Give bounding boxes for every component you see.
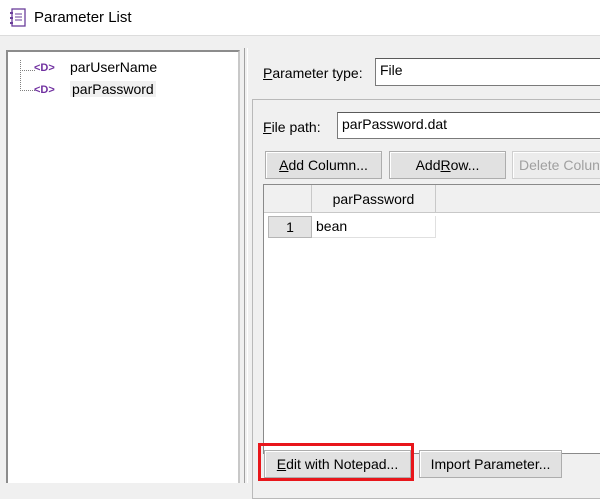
add-row-button[interactable]: Add Row...: [389, 151, 506, 179]
window-title: Parameter List: [34, 9, 132, 26]
tree-item-label: parUserName: [70, 59, 158, 75]
splitter[interactable]: [244, 48, 248, 483]
svg-text:<D>: <D>: [34, 84, 55, 96]
title-bar: Parameter List: [0, 0, 600, 36]
file-path-input[interactable]: parPassword.dat: [337, 112, 600, 139]
grid-cell[interactable]: bean: [312, 216, 436, 238]
parameter-data-grid[interactable]: parPassword 1 bean: [263, 184, 600, 454]
tree-item-parpassword[interactable]: <D> parPassword: [34, 79, 156, 99]
svg-text:<D>: <D>: [34, 62, 55, 74]
grid-row-number[interactable]: 1: [268, 216, 312, 238]
grid-corner: [264, 185, 312, 213]
grid-column-header[interactable]: parPassword: [312, 185, 436, 213]
document-list-icon: [10, 8, 26, 27]
parameter-type-select[interactable]: File: [375, 58, 600, 86]
highlight-box: [258, 443, 414, 481]
file-path-label: File path:: [263, 119, 321, 135]
parameter-icon: <D>: [34, 62, 55, 74]
add-column-button[interactable]: Add Column...: [265, 151, 382, 179]
tree-item-label: parPassword: [70, 81, 156, 97]
file-path-value: parPassword.dat: [342, 116, 448, 132]
parameter-type-label: Parameter type:: [263, 65, 363, 81]
parameter-icon: <D>: [34, 84, 55, 96]
parameter-tree[interactable]: <D> parUserName <D> parPassword: [6, 50, 240, 483]
parameter-type-value: File: [380, 62, 403, 78]
grid-header-empty: [436, 185, 600, 213]
tree-item-parusername[interactable]: <D> parUserName: [34, 57, 157, 77]
delete-column-button[interactable]: Delete Colun: [512, 151, 600, 179]
import-parameter-button[interactable]: Import Parameter...: [419, 450, 562, 478]
tree-connector: [20, 70, 35, 91]
